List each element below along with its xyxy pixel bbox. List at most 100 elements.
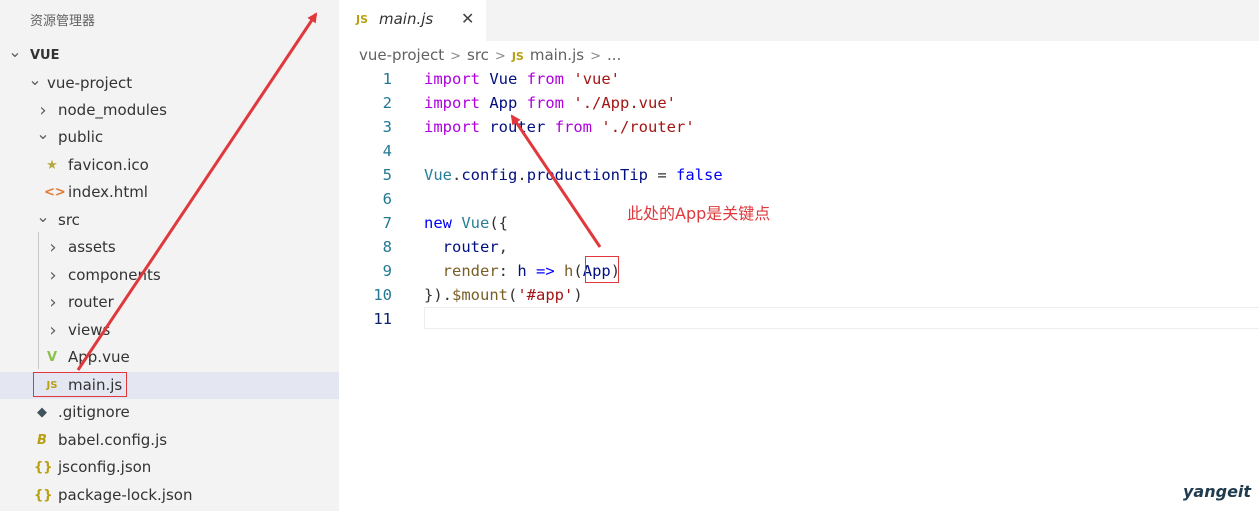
code-token: config	[461, 166, 518, 184]
tree-item-label: VUE	[30, 48, 60, 63]
chevron-down-icon[interactable]: ⌄	[8, 38, 22, 65]
line-number: 4	[382, 142, 392, 160]
tree-item[interactable]: › assets	[0, 234, 339, 261]
annotation-note: 此处的App是关键点	[627, 204, 771, 223]
tree-item[interactable]: ◆ .gitignore	[0, 399, 339, 426]
tree-item-label: index.html	[68, 183, 148, 201]
tree-item[interactable]: ⌄ src	[0, 207, 339, 234]
tree-item[interactable]: Bbabel.config.js	[0, 427, 339, 454]
code-line[interactable]: 9 render: h => h(App)	[339, 259, 1259, 283]
current-line-highlight	[424, 307, 1259, 329]
code-text: new Vue({	[424, 211, 508, 235]
line-number: 3	[382, 118, 392, 136]
code-line[interactable]: 8 router,	[339, 235, 1259, 259]
explorer-sidebar: 资源管理器 ⌄ VUE ⌄ vue-project › node_modules ⌄ publ…	[0, 0, 339, 511]
code-line[interactable]: 4	[339, 139, 1259, 163]
tree-item-label: node_modules	[58, 101, 167, 119]
code-token: import	[424, 70, 480, 88]
code-line[interactable]: 3 import router from './router'	[339, 115, 1259, 139]
code-token: ({	[489, 214, 509, 232]
line-number: 7	[382, 214, 392, 232]
code-token: .	[517, 166, 527, 184]
close-icon[interactable]: ✕	[461, 9, 474, 28]
tree-item-label: vue-project	[47, 74, 133, 92]
code-token: h	[517, 262, 527, 280]
chevron-down-icon[interactable]: ⌄	[36, 203, 50, 230]
babel-icon: B	[37, 433, 47, 448]
line-number: 2	[382, 94, 392, 112]
line-number: 5	[382, 166, 392, 184]
tree-item[interactable]: ⌄ vue-project	[0, 70, 339, 97]
line-number: 6	[382, 190, 392, 208]
code-token: .	[452, 166, 462, 184]
tree-item[interactable]: › router	[0, 289, 339, 316]
js-file-icon: JS	[511, 50, 524, 63]
tree-item-label: babel.config.js	[58, 431, 168, 449]
tree-item[interactable]: ⌄ public	[0, 124, 339, 151]
code-line[interactable]: 10}).$mount('#app')	[339, 283, 1259, 307]
line-number: 9	[382, 262, 392, 280]
code-line[interactable]: 5 Vue.config.productionTip = false	[339, 163, 1259, 187]
code-text: import router from './router'	[424, 115, 695, 139]
code-token: new	[424, 214, 452, 232]
code-line[interactable]: 2 import App from './App.vue'	[339, 91, 1259, 115]
code-text: router,	[424, 235, 508, 259]
tree-item-label: src	[58, 211, 80, 229]
chevron-right-icon[interactable]: ›	[46, 262, 60, 289]
tree-item-label: views	[68, 321, 111, 339]
editor-area: JS main.js ✕ vue-project > src > JS main.js >.…	[339, 0, 1259, 511]
breadcrumb-item-src[interactable]: src	[467, 46, 489, 64]
tree-item[interactable]: V App.vue	[0, 344, 339, 371]
chevron-right-icon[interactable]: ›	[46, 289, 60, 316]
tab-main-js[interactable]: JS main.js ✕	[339, 0, 486, 41]
code-token: }).	[424, 286, 452, 304]
tree-item[interactable]: › views	[0, 317, 339, 344]
code-line[interactable]: 6	[339, 187, 1259, 211]
code-token: $mount	[452, 286, 508, 304]
tree-item[interactable]: ★ favicon.ico	[0, 152, 339, 179]
code-token: (	[573, 262, 583, 280]
code-token: Vue	[489, 70, 518, 88]
tree-item[interactable]: {} package-lock.json	[0, 482, 339, 509]
line-number: 11	[373, 310, 392, 328]
code-token: 'vue'	[573, 70, 621, 88]
breadcrumb-item-more[interactable]: ...	[607, 46, 621, 64]
chevron-down-icon[interactable]: ⌄	[28, 66, 42, 93]
code-token: from	[526, 70, 565, 88]
code-token: from	[526, 94, 565, 112]
chevron-down-icon[interactable]: ⌄	[36, 120, 50, 147]
tree-item-label: App.vue	[68, 348, 130, 366]
tree-item[interactable]: › node_modules	[0, 97, 339, 124]
code-text: import Vue from 'vue'	[424, 67, 620, 91]
code-line[interactable]: 1 import Vue from 'vue'	[339, 67, 1259, 91]
breadcrumb-item-project[interactable]: vue-project	[359, 46, 444, 64]
tree-item[interactable]: <> index.html	[0, 179, 339, 206]
code-token: =	[648, 166, 677, 184]
git-icon: ◆	[37, 405, 47, 420]
chevron-right-icon[interactable]: ›	[46, 317, 60, 344]
html-icon: <>	[44, 185, 66, 200]
code-token: render	[442, 262, 499, 280]
tree-item-label: router	[68, 293, 114, 311]
tree-item[interactable]: {} jsconfig.json	[0, 454, 339, 481]
breadcrumb-item-file[interactable]: main.js	[530, 46, 584, 64]
star-icon: ★	[46, 158, 58, 173]
code-token: App	[489, 94, 518, 112]
tree-item[interactable]: ⌄ VUE	[0, 42, 339, 69]
chevron-right-icon[interactable]: ›	[46, 234, 60, 261]
line-number: 1	[382, 70, 392, 88]
tree-item[interactable]: › components	[0, 262, 339, 289]
code-line[interactable]: 7 new Vue({	[339, 211, 1259, 235]
code-token: productionTip	[526, 166, 649, 184]
code-token: false	[676, 166, 723, 184]
code-token: h	[564, 262, 574, 280]
